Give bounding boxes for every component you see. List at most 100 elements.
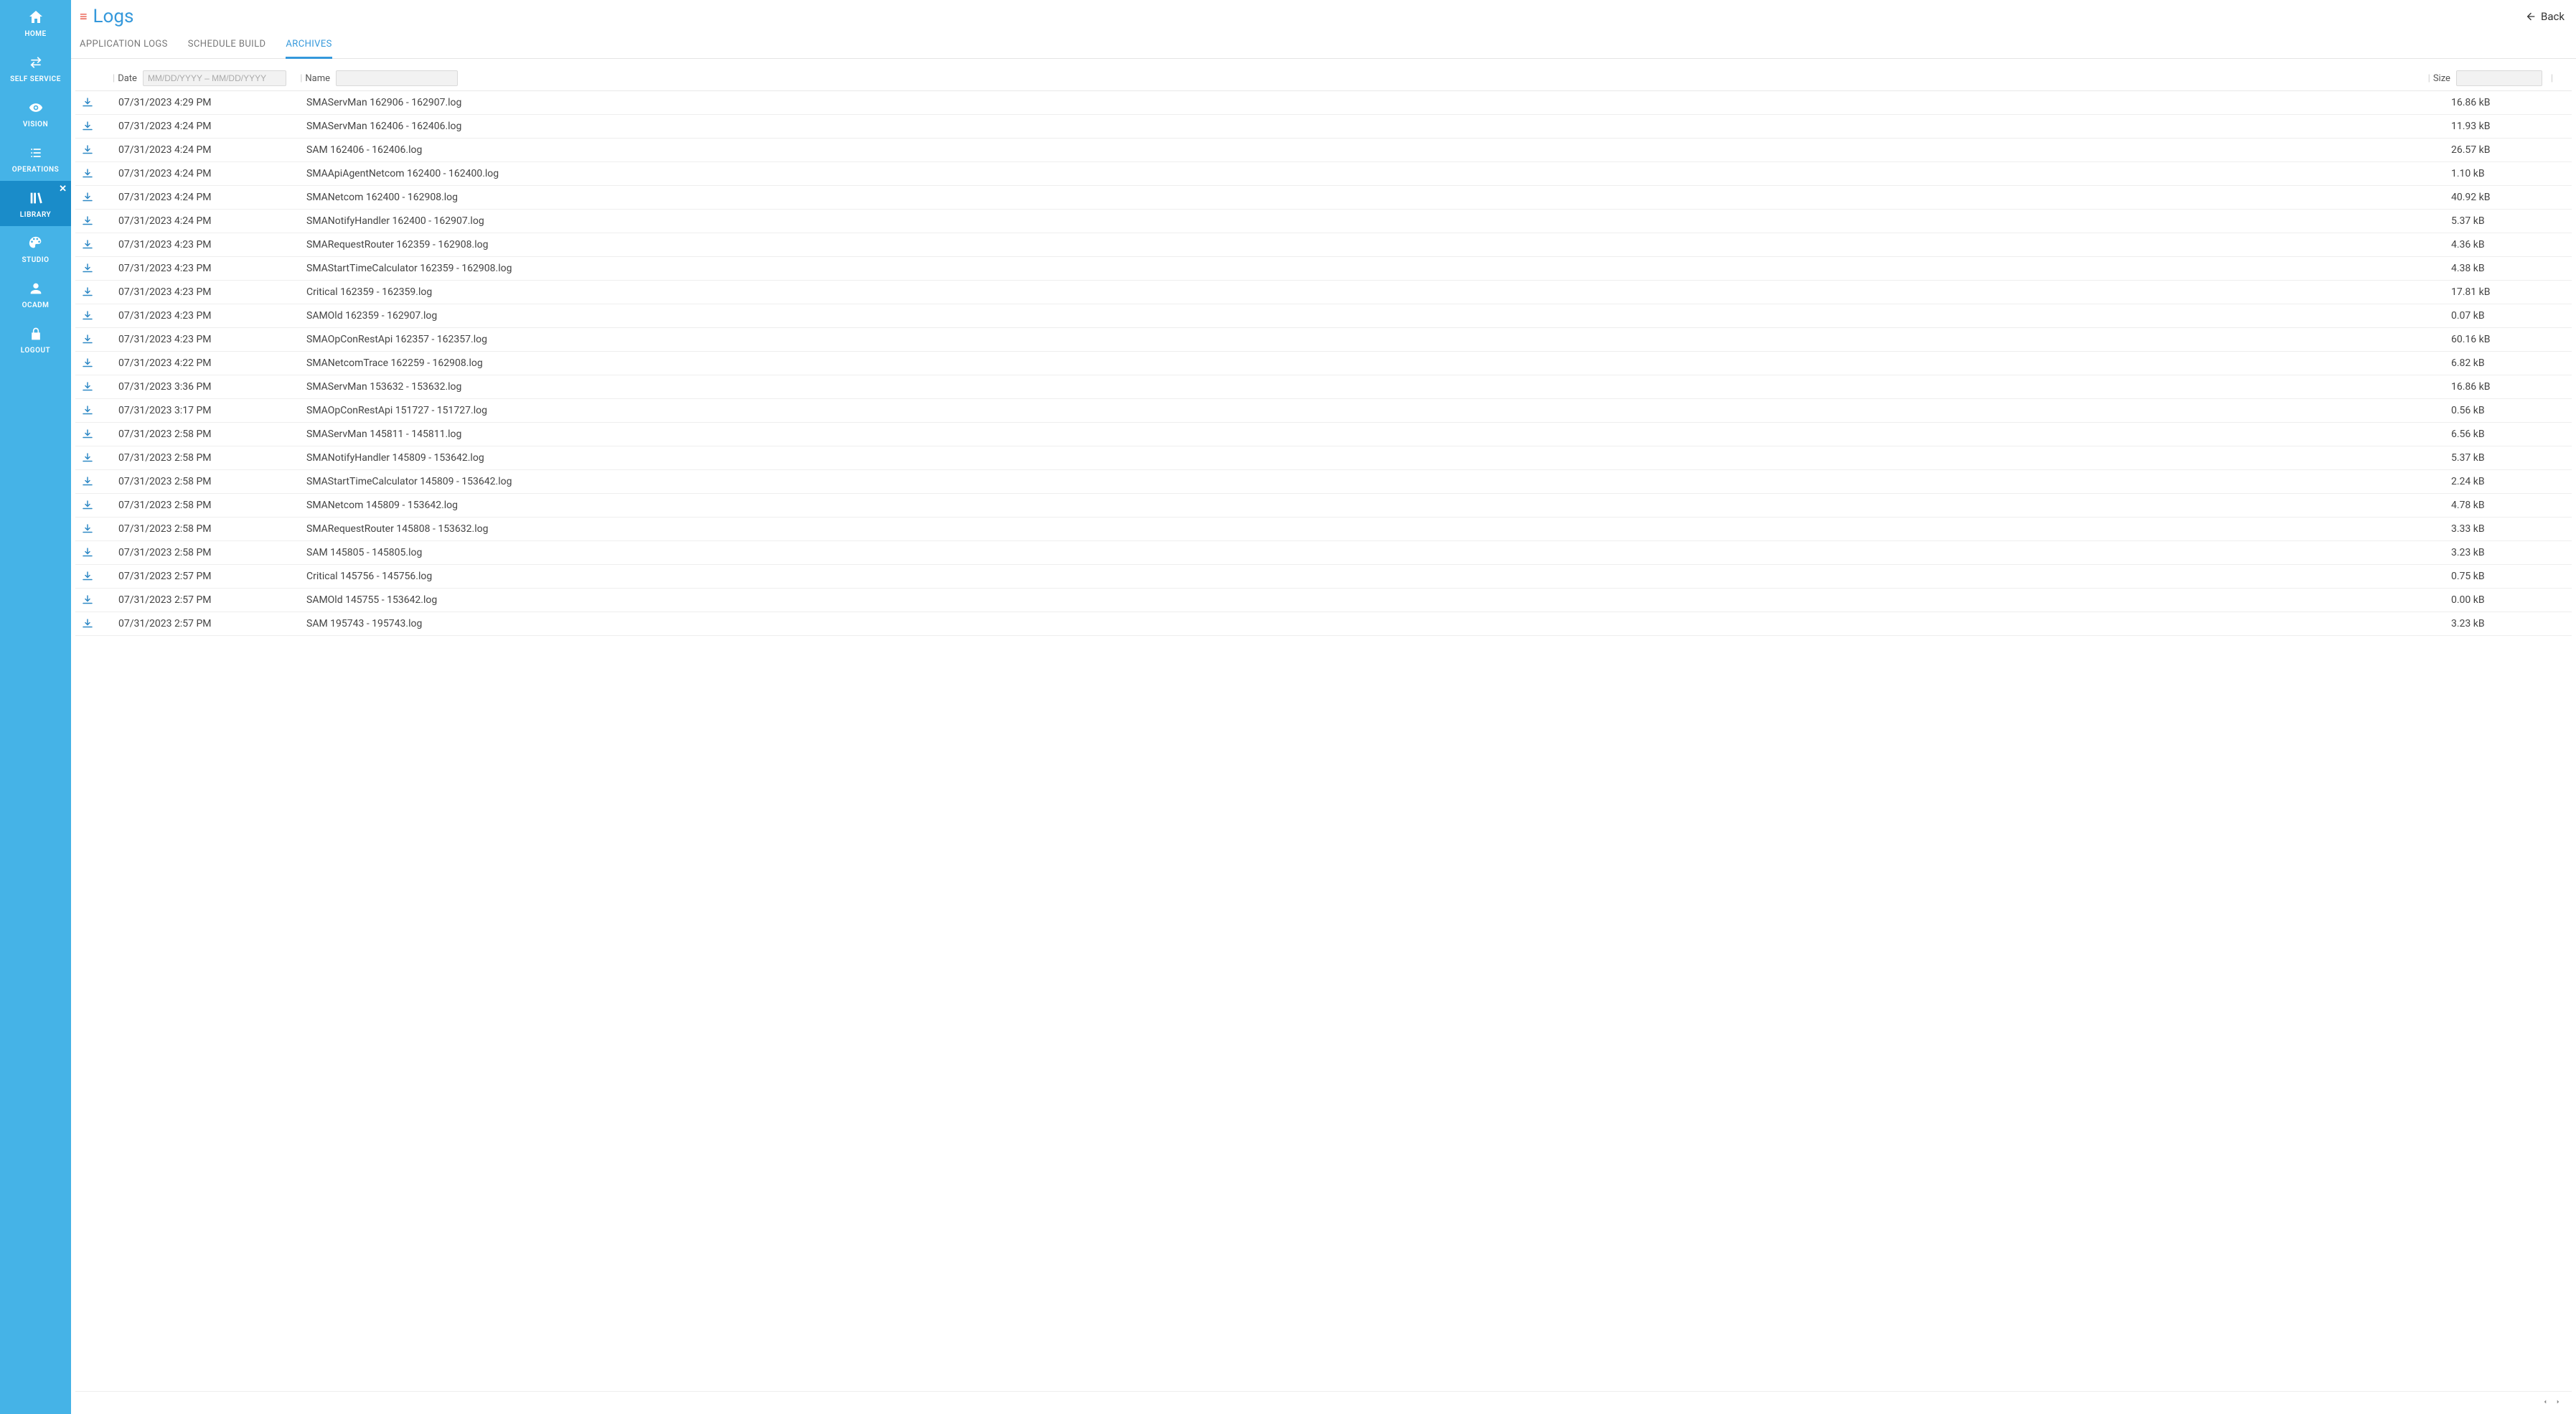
download-icon[interactable] — [81, 286, 110, 299]
self-service-icon — [26, 54, 46, 71]
nav-studio[interactable]: STUDIO — [0, 226, 71, 271]
nav-label: OPERATIONS — [12, 166, 59, 174]
download-icon[interactable] — [81, 499, 110, 512]
download-icon[interactable] — [81, 144, 110, 156]
nav-label: LIBRARY — [20, 211, 51, 219]
cell-date: 07/31/2023 2:57 PM — [118, 594, 298, 606]
table-row: 07/31/2023 4:24 PMSMANetcom 162400 - 162… — [75, 186, 2572, 210]
date-filter-input[interactable] — [143, 70, 286, 86]
table-header: | Date | Name | Size | — [75, 66, 2572, 91]
download-icon[interactable] — [81, 404, 110, 417]
date-column-label: Date — [118, 73, 137, 84]
cell-name: SMAStartTimeCalculator 145809 - 153642.l… — [306, 476, 2443, 487]
cell-size: 4.36 kB — [2451, 239, 2566, 251]
cell-name: SAM 195743 - 195743.log — [306, 618, 2443, 629]
cell-size: 17.81 kB — [2451, 286, 2566, 298]
cell-date: 07/31/2023 2:58 PM — [118, 547, 298, 558]
name-column-label: Name — [305, 73, 330, 84]
download-icon[interactable] — [81, 167, 110, 180]
cell-name: SMAServMan 145811 - 145811.log — [306, 429, 2443, 440]
download-icon[interactable] — [81, 309, 110, 322]
download-icon[interactable] — [81, 380, 110, 393]
pager — [75, 1391, 2572, 1414]
cell-date: 07/31/2023 4:24 PM — [118, 215, 298, 227]
cell-size: 4.78 kB — [2451, 500, 2566, 511]
cell-name: SMANetcom 162400 - 162908.log — [306, 192, 2443, 203]
next-page-button[interactable] — [2552, 1397, 2565, 1409]
nav-home[interactable]: HOME — [0, 0, 71, 45]
download-icon[interactable] — [81, 333, 110, 346]
download-icon[interactable] — [81, 120, 110, 133]
cell-date: 07/31/2023 4:23 PM — [118, 334, 298, 345]
column-separator: | — [300, 73, 302, 84]
cell-size: 40.92 kB — [2451, 192, 2566, 203]
cell-date: 07/31/2023 3:17 PM — [118, 405, 298, 416]
cell-name: SMARequestRouter 145808 - 153632.log — [306, 523, 2443, 535]
cell-size: 5.37 kB — [2451, 452, 2566, 464]
download-icon[interactable] — [81, 617, 110, 630]
table-row: 07/31/2023 4:22 PMSMANetcomTrace 162259 … — [75, 352, 2572, 375]
download-icon[interactable] — [81, 594, 110, 607]
cell-name: SMANetcom 145809 - 153642.log — [306, 500, 2443, 511]
cell-name: SMANotifyHandler 145809 - 153642.log — [306, 452, 2443, 464]
vision-icon — [26, 99, 46, 116]
table-row: 07/31/2023 4:23 PMSMAOpConRestApi 162357… — [75, 328, 2572, 352]
download-icon[interactable] — [81, 475, 110, 488]
size-filter-input[interactable] — [2456, 70, 2542, 86]
cell-size: 11.93 kB — [2451, 121, 2566, 132]
cell-name: SMAServMan 153632 - 153632.log — [306, 381, 2443, 393]
download-icon[interactable] — [81, 191, 110, 204]
download-icon[interactable] — [81, 546, 110, 559]
cell-size: 0.75 kB — [2451, 571, 2566, 582]
table-row: 07/31/2023 2:58 PM SMANetcom 145809 - 153… — [75, 494, 2572, 518]
nav-label: SELF SERVICE — [10, 75, 61, 83]
prev-page-button[interactable] — [2539, 1397, 2552, 1409]
cell-size: 16.86 kB — [2451, 97, 2566, 108]
cell-size: 3.33 kB — [2451, 523, 2566, 535]
download-icon[interactable] — [81, 451, 110, 464]
table-row: 07/31/2023 2:58 PM SMAServMan 145811 - 14… — [75, 423, 2572, 446]
cell-size: 0.07 kB — [2451, 310, 2566, 322]
nav-self-service[interactable]: SELF SERVICE — [0, 45, 71, 90]
nav-operations[interactable]: OPERATIONS — [0, 136, 71, 181]
nav-label: STUDIO — [22, 256, 49, 264]
tab-archives[interactable]: ARCHIVES — [286, 33, 332, 59]
tab-application-logs[interactable]: APPLICATION LOGS — [80, 33, 168, 58]
download-icon[interactable] — [81, 238, 110, 251]
tabs: APPLICATION LOGS SCHEDULE BUILD ARCHIVES — [71, 27, 2576, 59]
cell-date: 07/31/2023 4:24 PM — [118, 121, 298, 132]
table-row: 07/31/2023 2:58 PM SAM 145805 - 145805.lo… — [75, 541, 2572, 565]
nav-vision[interactable]: VISION — [0, 90, 71, 136]
nav-library[interactable]: ✕ LIBRARY — [0, 181, 71, 226]
table-row: 07/31/2023 4:24 PMSMAServMan 162406 - 16… — [75, 115, 2572, 139]
cell-size: 4.38 kB — [2451, 263, 2566, 274]
nav-ocadm[interactable]: OCADM — [0, 271, 71, 317]
menu-toggle-icon[interactable]: ≡ — [80, 9, 88, 24]
download-icon[interactable] — [81, 96, 110, 109]
download-icon[interactable] — [81, 215, 110, 228]
cell-date: 07/31/2023 2:58 PM — [118, 523, 298, 535]
cell-name: SAM 145805 - 145805.log — [306, 547, 2443, 558]
sidebar: HOME SELF SERVICE VISION OPERATIONS ✕ LI… — [0, 0, 71, 1414]
download-icon[interactable] — [81, 570, 110, 583]
cell-size: 16.86 kB — [2451, 381, 2566, 393]
close-icon[interactable]: ✕ — [59, 184, 67, 195]
download-icon[interactable] — [81, 428, 110, 441]
download-icon[interactable] — [81, 357, 110, 370]
table-body[interactable]: 07/31/2023 4:29 PMSMAServMan 162906 - 16… — [75, 91, 2572, 1391]
table-row: 07/31/2023 2:58 PMSMAStartTimeCalculator… — [75, 470, 2572, 494]
back-button[interactable]: Back — [2525, 10, 2565, 23]
nav-logout[interactable]: LOGOUT — [0, 317, 71, 362]
nav-label: OCADM — [22, 301, 50, 309]
tab-schedule-build[interactable]: SCHEDULE BUILD — [188, 33, 266, 58]
cell-date: 07/31/2023 2:57 PM — [118, 571, 298, 582]
cell-name: SMANetcomTrace 162259 - 162908.log — [306, 357, 2443, 369]
column-separator: | — [113, 73, 115, 84]
download-icon[interactable] — [81, 262, 110, 275]
cell-date: 07/31/2023 2:58 PM — [118, 500, 298, 511]
cell-name: SMARequestRouter 162359 - 162908.log — [306, 239, 2443, 251]
cell-date: 07/31/2023 2:58 PM — [118, 429, 298, 440]
download-icon[interactable] — [81, 523, 110, 535]
cell-size: 3.23 kB — [2451, 618, 2566, 629]
name-filter-input[interactable] — [336, 70, 458, 86]
